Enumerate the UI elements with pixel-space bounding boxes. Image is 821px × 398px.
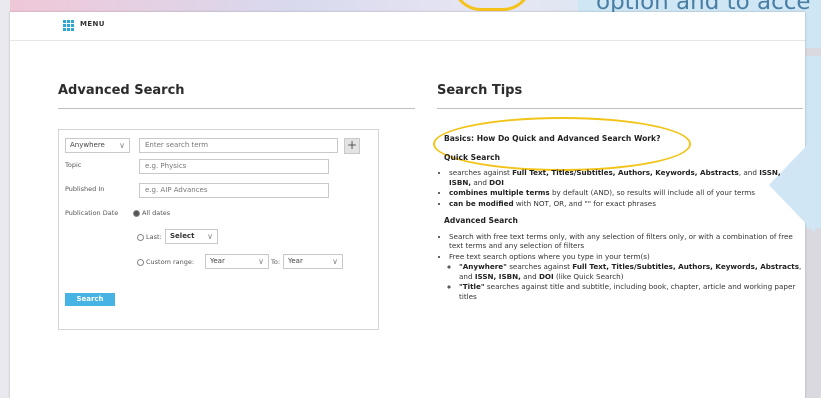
radio-icon xyxy=(137,233,144,241)
grid-menu-icon[interactable] xyxy=(63,20,75,31)
divider xyxy=(58,108,415,109)
all-dates-label: All dates xyxy=(142,209,171,217)
menu-bar: MENU xyxy=(10,12,805,41)
published-in-label: Published In xyxy=(65,185,105,193)
search-button[interactable]: Search xyxy=(65,293,115,306)
advanced-search-heading: Advanced Search xyxy=(444,216,518,225)
chevron-down-icon: ∨ xyxy=(119,141,125,150)
advanced-search-form: Anywhere ∨ Enter search term + Topic e.g… xyxy=(58,129,379,330)
publication-date-label: Publication Date xyxy=(65,209,119,217)
to-year-select[interactable]: Year ∨ xyxy=(283,254,343,269)
published-in-input[interactable]: e.g. AIP Advances xyxy=(139,183,329,198)
advanced-search-title: Advanced Search xyxy=(58,83,185,98)
chevron-down-icon: ∨ xyxy=(332,257,338,266)
divider xyxy=(437,108,803,109)
radio-icon xyxy=(137,258,144,266)
list-item: Search with free text terms only, with a… xyxy=(449,232,803,251)
field-select[interactable]: Anywhere ∨ xyxy=(65,138,130,153)
last-select[interactable]: Select ∨ xyxy=(165,229,218,244)
chevron-down-icon: ∨ xyxy=(258,257,264,266)
custom-range-radio[interactable]: Custom range: xyxy=(137,258,194,266)
list-item: "Anywhere" searches against Full Text, T… xyxy=(459,262,803,281)
list-item: combines multiple terms by default (AND)… xyxy=(449,188,803,198)
quick-search-heading: Quick Search xyxy=(444,152,501,162)
chevron-down-icon: ∨ xyxy=(207,232,213,241)
add-term-button[interactable]: + xyxy=(344,138,360,154)
search-tips-content: Basics: How Do Quick and Advanced Search… xyxy=(437,120,803,302)
to-year-value: Year xyxy=(288,257,303,265)
screenshot-page: MENU Advanced Search Search Tips Anywher… xyxy=(10,12,815,398)
list-item: Free text search options where you type … xyxy=(449,252,803,302)
from-year-value: Year xyxy=(210,257,225,265)
search-tips-title: Search Tips xyxy=(437,83,523,98)
from-year-select[interactable]: Year ∨ xyxy=(205,254,269,269)
list-item: searches against Full Text, Titles/Subti… xyxy=(449,168,803,187)
basics-heading[interactable]: Basics: How Do Quick and Advanced Search… xyxy=(444,134,803,144)
last-select-value: Select xyxy=(170,232,195,240)
radio-selected-icon xyxy=(133,209,140,217)
background-edge xyxy=(0,0,10,398)
topic-input[interactable]: e.g. Physics xyxy=(139,159,329,174)
list-item: can be modified with NOT, OR, and "" for… xyxy=(449,199,803,209)
field-select-value: Anywhere xyxy=(70,141,105,149)
advanced-search-list: Search with free text terms only, with a… xyxy=(437,232,803,302)
topic-label: Topic xyxy=(65,161,82,169)
list-item: "Title" searches against title and subti… xyxy=(459,282,803,301)
search-term-input[interactable]: Enter search term xyxy=(139,138,338,153)
menu-button[interactable]: MENU xyxy=(80,20,105,28)
to-label: To: xyxy=(271,258,281,266)
all-dates-radio[interactable]: All dates xyxy=(133,209,170,217)
quick-search-list: searches against Full Text, Titles/Subti… xyxy=(437,168,803,208)
last-radio[interactable]: Last: xyxy=(137,233,162,241)
custom-range-label: Custom range: xyxy=(146,258,195,266)
last-label: Last: xyxy=(146,233,162,241)
